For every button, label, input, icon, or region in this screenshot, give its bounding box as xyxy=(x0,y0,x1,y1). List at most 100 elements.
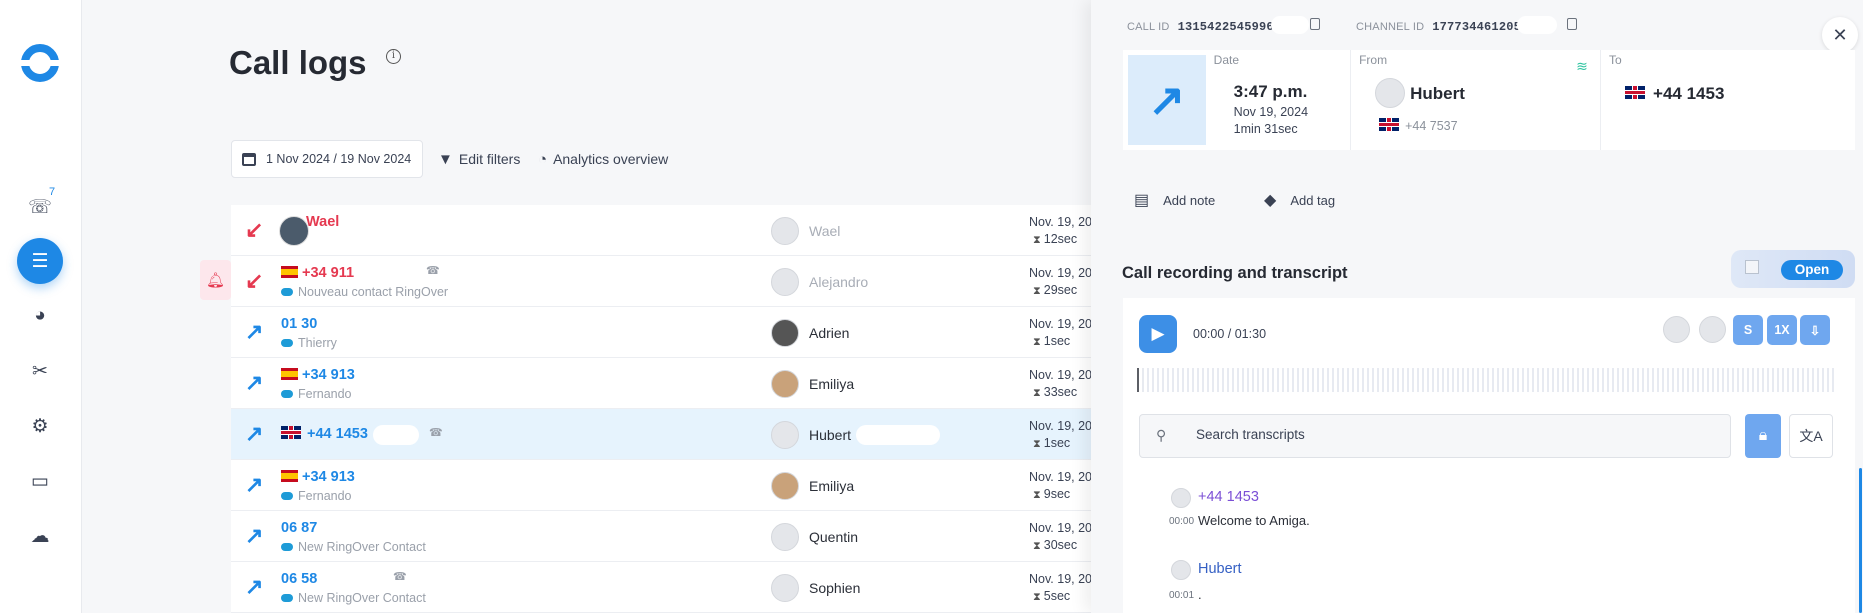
date-range-label: 1 Nov 2024 / 19 Nov 2024 xyxy=(266,152,412,166)
call-id: CALL ID 13154225459962 xyxy=(1127,20,1282,34)
edit-filters-label: Edit filters xyxy=(458,151,521,167)
download-icon[interactable]: ⇩ xyxy=(1800,315,1830,345)
playback-speed-button[interactable]: 1X xyxy=(1767,315,1797,345)
caller-subtitle: New RingOver Contact xyxy=(281,591,426,605)
table-row[interactable]: ↙ +34 911 ☎ Nouveau contact RingOver Ale… xyxy=(231,256,1101,307)
call-date: Nov. 19, 20 xyxy=(1029,215,1093,229)
spain-flag-icon xyxy=(281,368,298,380)
edit-filters-button[interactable]: ▼ Edit filters xyxy=(438,140,520,178)
table-row[interactable]: ↗ +34 913 Fernando Emiliya Nov. 19, 20 3… xyxy=(231,358,1101,409)
search-icon: ⚲ xyxy=(1156,427,1167,443)
outgoing-call-icon: ↗ xyxy=(245,523,264,548)
transcript-search-input[interactable] xyxy=(1196,427,1696,442)
play-button[interactable]: ▶ xyxy=(1139,315,1177,353)
agent-avatar xyxy=(771,217,799,245)
outgoing-call-icon: ↗ xyxy=(245,370,264,395)
audio-waveform[interactable] xyxy=(1137,368,1837,392)
call-time: 3:47 p.m. xyxy=(1233,82,1308,101)
redaction xyxy=(1517,16,1557,34)
speaker-avatar[interactable] xyxy=(1699,316,1726,343)
outgoing-call-icon: ↗ xyxy=(245,472,264,497)
calls-badge: 7 xyxy=(49,186,56,198)
redaction xyxy=(1271,16,1309,34)
wifi-icon: ≋ xyxy=(1576,58,1588,74)
caller-number[interactable]: Wael xyxy=(306,214,339,230)
cloud-icon[interactable]: ☁ xyxy=(17,513,63,559)
pie-chart-icon: ◔ xyxy=(538,150,548,168)
call-date: Nov. 19, 20 xyxy=(1029,368,1093,382)
copy-icon[interactable] xyxy=(1567,18,1577,30)
table-row-selected[interactable]: ↗ +44 1453 ☎ Hubert Nov. 19, 20 1sec xyxy=(231,409,1101,460)
table-row[interactable]: ↗ 01 30 Thierry Adrien Nov. 19, 20 1sec xyxy=(231,307,1101,358)
transcript-search[interactable]: ⚲ xyxy=(1139,414,1731,458)
open-toggle[interactable]: Open xyxy=(1731,250,1855,288)
channel-id: CHANNEL ID 17773446120511 xyxy=(1356,20,1536,34)
spain-flag-icon xyxy=(281,470,298,482)
bell-icon[interactable]: 🔔︎ xyxy=(200,260,231,300)
caller-number[interactable]: 01 30 xyxy=(281,316,317,332)
caller-number[interactable]: +34 911 xyxy=(281,265,354,281)
transcript-timestamp[interactable]: 00:01 xyxy=(1169,590,1194,601)
call-duration: 1sec xyxy=(1033,334,1070,349)
translate-icon[interactable]: 文A xyxy=(1789,414,1833,458)
page-title: Call logs xyxy=(229,44,367,81)
copy-icon[interactable] xyxy=(1310,18,1320,30)
agent-name: Sophien xyxy=(809,580,861,596)
call-date: Nov. 19, 20 xyxy=(1029,317,1093,331)
redaction xyxy=(856,425,940,445)
table-row[interactable]: ↙ Wael Wael Nov. 19, 20 12sec xyxy=(231,205,1101,256)
call-date: Nov. 19, 20 xyxy=(1029,419,1093,433)
voicemail-icon: ☎ xyxy=(429,427,443,439)
agent-name: Emiliya xyxy=(809,376,855,392)
agent-avatar xyxy=(771,319,799,347)
agent-name: Emiliya xyxy=(809,478,855,494)
table-row[interactable]: ↗ 06 87 New RingOver Contact Quentin Nov… xyxy=(231,511,1101,562)
phone-icon[interactable]: ☏ xyxy=(17,184,63,230)
agent-avatar xyxy=(771,370,799,398)
call-log-table: ↙ Wael Wael Nov. 19, 20 12sec ↙ +34 911 … xyxy=(231,205,1101,613)
list-icon[interactable]: ☰ xyxy=(17,238,63,284)
analytics-overview-button[interactable]: ◔ Analytics overview xyxy=(538,140,668,178)
agent-name: Hubert xyxy=(809,427,852,443)
salesforce-icon xyxy=(281,543,293,551)
call-duration: 29sec xyxy=(1033,283,1077,298)
redaction xyxy=(373,425,419,445)
speaker-avatar[interactable] xyxy=(1663,316,1690,343)
lock-icon[interactable]: 🔒︎ xyxy=(1745,414,1781,458)
caller-number[interactable]: +34 913 xyxy=(281,469,355,485)
agent-name: Wael xyxy=(809,223,841,239)
add-tag-button[interactable]: ◆ Add tag xyxy=(1264,190,1335,210)
caller-number[interactable]: +34 913 xyxy=(281,367,355,383)
date-label: Date xyxy=(1213,53,1240,67)
caller-number[interactable]: 06 58 xyxy=(281,571,317,587)
close-button[interactable]: ✕ xyxy=(1822,17,1858,53)
salesforce-icon xyxy=(281,492,293,500)
table-row[interactable]: ↗ 06 58 ☎ New RingOver Contact Sophien N… xyxy=(231,562,1101,613)
agent-avatar xyxy=(771,472,799,500)
gear-icon[interactable]: ⚙ xyxy=(17,403,63,449)
code-icon[interactable]: ▭ xyxy=(17,458,63,504)
call-duration: 1min 31sec xyxy=(1233,122,1298,136)
speaker-filter-button[interactable]: S xyxy=(1733,315,1763,345)
missed-call-icon: ↙ xyxy=(245,268,264,293)
date-range-picker[interactable]: 1 Nov 2024 / 19 Nov 2024 xyxy=(231,140,423,178)
transcript-speaker: Hubert xyxy=(1198,561,1242,577)
agent-avatar xyxy=(771,421,799,449)
pie-chart-icon[interactable]: ◕ xyxy=(17,293,63,339)
add-note-button[interactable]: ▤ Add note xyxy=(1134,190,1215,210)
scrollbar[interactable] xyxy=(1859,468,1862,613)
salesforce-icon xyxy=(281,390,293,398)
from-number: +44 7537 xyxy=(1379,118,1458,133)
salesforce-icon xyxy=(281,339,293,347)
tools-icon[interactable]: ✂ xyxy=(17,348,63,394)
call-duration: 12sec xyxy=(1033,232,1077,247)
add-tag-label: Add tag xyxy=(1290,192,1336,208)
salesforce-icon xyxy=(281,288,293,296)
speaker-avatar xyxy=(1171,488,1191,508)
table-row[interactable]: ↗ +34 913 Fernando Emiliya Nov. 19, 20 9… xyxy=(231,460,1101,511)
caller-number[interactable]: +44 1453 xyxy=(281,426,368,442)
info-icon[interactable]: i xyxy=(386,49,401,64)
transcript-timestamp[interactable]: 00:00 xyxy=(1169,516,1194,527)
caller-number[interactable]: 06 87 xyxy=(281,520,317,536)
filter-icon: ▼ xyxy=(438,150,453,168)
